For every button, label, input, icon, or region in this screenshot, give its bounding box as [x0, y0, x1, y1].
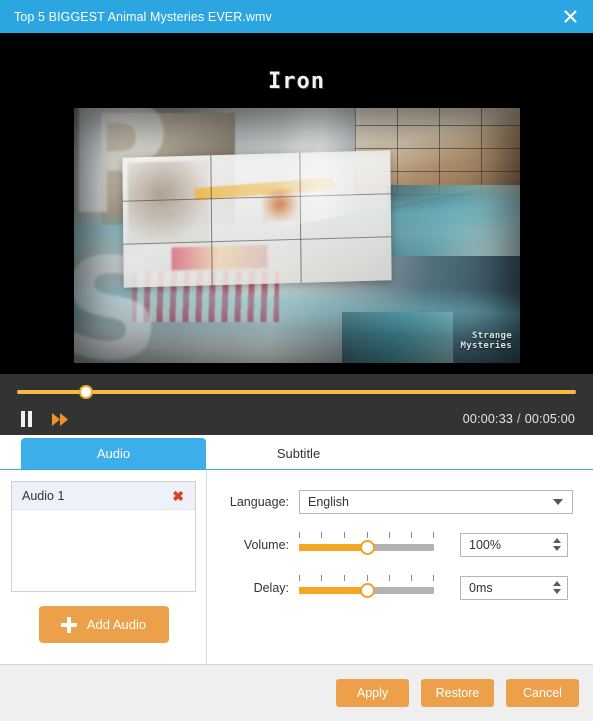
delay-label: Delay: [253, 580, 289, 595]
audio-track-pane: Audio 1 ✖ Add Audio [0, 470, 207, 664]
list-item[interactable]: Audio 1 ✖ [12, 482, 195, 510]
video-panel-face [127, 160, 209, 246]
current-time: 00:00:33 [462, 412, 514, 426]
audio-track-list[interactable]: Audio 1 ✖ [11, 481, 196, 592]
volume-stepper[interactable]: 100% [460, 532, 568, 557]
volume-value: 100% [469, 537, 501, 552]
delay-stepper-arrows[interactable] [547, 577, 567, 599]
total-time: 00:05:00 [524, 412, 575, 426]
fast-forward-button[interactable] [50, 409, 70, 429]
video-watermark: Strange Mysteries [460, 331, 512, 351]
volume-slider-fill [299, 544, 367, 551]
playback-progress-track [17, 390, 576, 394]
close-button[interactable] [547, 0, 593, 33]
playback-time-display: 00:00:33/00:05:00 [463, 412, 575, 426]
audio-settings-pane: Language: English Volume: 100% Delay: 0m… [207, 470, 593, 664]
audio-subtitle-settings-window: Top 5 BIGGEST Animal Mysteries EVER.wmv … [0, 0, 593, 721]
restore-button[interactable]: Restore [421, 679, 494, 707]
playback-buttons-row: 00:00:33/00:05:00 [0, 404, 593, 434]
volume-slider-ticks [299, 532, 434, 539]
pause-button[interactable] [16, 409, 36, 429]
chevron-up-icon[interactable] [553, 581, 561, 586]
video-frame: R S Strange Mysteries [74, 108, 520, 363]
window-title: Top 5 BIGGEST Animal Mysteries EVER.wmv [14, 9, 272, 24]
cancel-button[interactable]: Cancel [506, 679, 579, 707]
video-overlay-title: Iron [268, 69, 325, 94]
volume-label: Volume: [243, 537, 289, 552]
video-panel-grid-line [210, 155, 214, 286]
video-watermark-line-2: Mysteries [460, 340, 512, 351]
tab-subtitle[interactable]: Subtitle [206, 438, 391, 469]
delay-slider[interactable] [299, 575, 434, 600]
playback-progress-handle[interactable] [79, 385, 93, 399]
volume-row: Volume: 100% [227, 532, 573, 557]
dialog-footer: Apply Restore Cancel [0, 664, 593, 721]
video-center-panel [122, 150, 392, 288]
add-audio-button[interactable]: Add Audio [38, 606, 169, 643]
playback-progress-slider[interactable] [17, 384, 576, 400]
plus-icon [60, 616, 77, 633]
chevron-down-icon[interactable] [553, 589, 561, 594]
delay-value: 0ms [469, 580, 493, 595]
remove-audio-icon[interactable]: ✖ [170, 489, 186, 503]
close-icon [563, 10, 577, 23]
apply-button[interactable]: Apply [336, 679, 409, 707]
add-audio-row: Add Audio [11, 606, 196, 643]
chevron-down-icon [553, 498, 563, 505]
delay-stepper[interactable]: 0ms [460, 575, 568, 600]
delay-slider-handle[interactable] [359, 583, 375, 598]
volume-slider[interactable] [299, 532, 434, 557]
language-select[interactable]: English [299, 489, 573, 514]
video-preview-area[interactable]: Iron R S Strange [0, 33, 593, 374]
volume-slider-handle[interactable] [359, 540, 375, 555]
delay-slider-ticks [299, 575, 434, 582]
add-audio-label: Add Audio [86, 617, 147, 632]
pause-icon-bar-left [20, 411, 25, 427]
settings-content: Audio 1 ✖ Add Audio Language: English Vo… [0, 470, 593, 664]
tab-audio[interactable]: Audio [21, 438, 206, 469]
video-panel-smear [171, 244, 269, 271]
delay-row: Delay: 0ms [227, 575, 573, 600]
language-row: Language: English [227, 489, 573, 514]
language-label: Language: [229, 494, 289, 509]
video-panel-flame [261, 186, 300, 222]
video-panel-grid-line [298, 152, 302, 283]
time-separator: / [517, 412, 521, 426]
delay-slider-fill [299, 587, 367, 594]
pause-icon-bar-right [27, 411, 32, 427]
title-bar: Top 5 BIGGEST Animal Mysteries EVER.wmv [0, 0, 593, 33]
fast-forward-icon [52, 412, 68, 426]
chevron-down-icon[interactable] [553, 546, 561, 551]
player-control-bar: 00:00:33/00:05:00 [0, 374, 593, 435]
language-value: English [308, 494, 349, 509]
volume-stepper-arrows[interactable] [547, 534, 567, 556]
audio-track-label: Audio 1 [22, 488, 65, 503]
chevron-up-icon[interactable] [553, 538, 561, 543]
tab-bar: Audio Subtitle [0, 435, 593, 470]
